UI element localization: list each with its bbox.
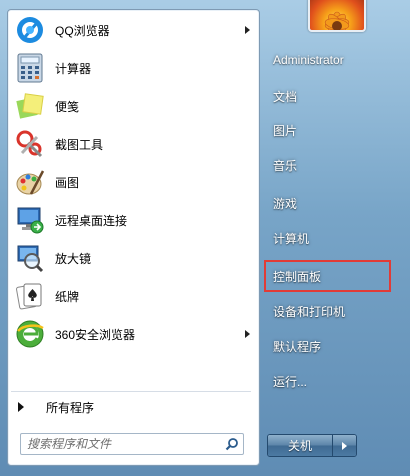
right-item-label: 音乐 — [273, 158, 298, 173]
sticky-notes-icon — [14, 90, 46, 122]
calculator-icon — [14, 52, 46, 84]
shutdown-control: 关机 — [267, 434, 357, 457]
submenu-arrow-icon[interactable] — [245, 330, 250, 338]
user-avatar[interactable] — [308, 0, 366, 32]
all-programs-button[interactable]: 所有程序 — [10, 397, 248, 417]
program-label: QQ浏览器 — [55, 23, 110, 38]
right-item-label: 图片 — [273, 123, 298, 138]
right-item-label: 游戏 — [273, 196, 298, 211]
program-label: 放大镜 — [55, 251, 92, 266]
submenu-arrow-icon[interactable] — [245, 26, 250, 34]
program-label: 截图工具 — [55, 137, 104, 152]
right-item-label: 默认程序 — [273, 339, 322, 354]
right-item-administrator[interactable]: Administrator — [266, 47, 394, 73]
all-programs-label: 所有程序 — [46, 400, 95, 415]
program-magnifier[interactable]: 放大镜 — [11, 240, 255, 276]
right-item-label: 文档 — [273, 89, 298, 104]
program-paint[interactable]: 画图 — [11, 164, 255, 200]
magnifier-icon — [14, 242, 46, 274]
programs-pane: QQ浏览器 计算器 便笺 截图工具 画图 远程桌面连接 放大镜 纸牌 360安全… — [7, 9, 260, 466]
remote-desktop-icon — [14, 204, 46, 236]
program-label: 计算器 — [55, 61, 92, 76]
qq-browser-icon — [14, 14, 46, 46]
program-remote-desktop[interactable]: 远程桌面连接 — [11, 202, 255, 238]
program-label: 360安全浏览器 — [55, 327, 136, 342]
program-label: 便笺 — [55, 99, 80, 114]
right-item-label: Administrator — [273, 53, 344, 67]
program-label: 远程桌面连接 — [55, 213, 128, 228]
program-qq-browser[interactable]: QQ浏览器 — [11, 12, 255, 48]
chevron-right-icon — [342, 441, 347, 450]
right-item-label: 设备和打印机 — [273, 304, 346, 319]
solitaire-icon — [14, 280, 46, 312]
right-item-games[interactable]: 游戏 — [266, 190, 394, 216]
right-item-label: 控制面板 — [273, 269, 322, 284]
shutdown-options-button[interactable] — [333, 435, 356, 456]
divider — [11, 391, 251, 392]
start-menu: QQ浏览器 计算器 便笺 截图工具 画图 远程桌面连接 放大镜 纸牌 360安全… — [0, 0, 410, 476]
expand-arrow-icon — [18, 402, 24, 412]
search-input[interactable] — [27, 435, 221, 453]
right-item-label: 计算机 — [273, 231, 310, 246]
right-item-run[interactable]: 运行... — [266, 368, 394, 394]
paint-icon — [14, 166, 46, 198]
right-item-documents[interactable]: 文档 — [266, 83, 394, 109]
program-calculator[interactable]: 计算器 — [11, 50, 255, 86]
right-item-control-panel[interactable]: 控制面板 — [264, 260, 391, 292]
right-item-label: 运行... — [273, 374, 308, 389]
right-item-default-programs[interactable]: 默认程序 — [266, 333, 394, 359]
search-icon[interactable] — [221, 435, 243, 453]
program-360-browser[interactable]: 360安全浏览器 — [11, 316, 255, 352]
program-label: 纸牌 — [55, 289, 80, 304]
program-sticky-notes[interactable]: 便笺 — [11, 88, 255, 124]
snipping-tool-icon — [14, 128, 46, 160]
360-browser-icon — [14, 318, 46, 350]
right-item-devices-printers[interactable]: 设备和打印机 — [266, 298, 394, 324]
right-item-computer[interactable]: 计算机 — [266, 225, 394, 251]
right-item-music[interactable]: 音乐 — [266, 152, 394, 178]
program-snipping-tool[interactable]: 截图工具 — [11, 126, 255, 162]
program-label: 画图 — [55, 175, 80, 190]
search-box — [20, 433, 244, 455]
program-solitaire[interactable]: 纸牌 — [11, 278, 255, 314]
right-item-pictures[interactable]: 图片 — [266, 117, 394, 143]
shutdown-button[interactable]: 关机 — [268, 435, 333, 456]
